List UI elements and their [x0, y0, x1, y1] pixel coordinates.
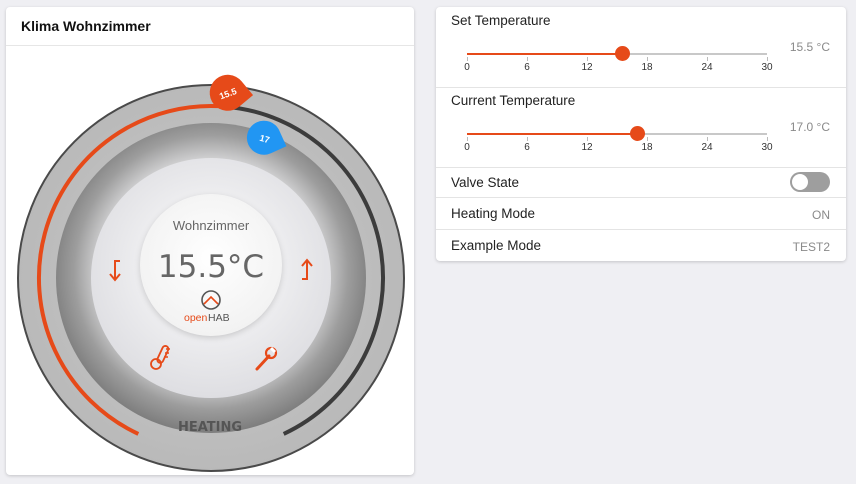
heating-mode-value: ON — [812, 208, 830, 222]
logo-text-hab: HAB — [208, 312, 230, 324]
slider-tick-label: 0 — [464, 62, 470, 73]
slider-tick-label: 30 — [761, 62, 773, 73]
slider-tick-label: 24 — [701, 142, 713, 153]
slider-tick — [527, 57, 528, 61]
slider-fill — [467, 53, 622, 55]
slider-tick-label: 12 — [581, 62, 593, 73]
logo-text-open: open — [184, 312, 208, 324]
heating-mode-label: Heating Mode — [451, 206, 536, 221]
row-set-temperature: Set Temperature 15.5 °C 0 6 12 18 24 30 — [436, 7, 846, 88]
slider-tick-label: 6 — [524, 62, 530, 73]
slider-tick-label: 24 — [701, 62, 713, 73]
slider-tick — [707, 137, 708, 141]
slider-tick — [587, 137, 588, 141]
slider-tick-label: 18 — [641, 142, 653, 153]
valve-state-label: Valve State — [451, 175, 520, 190]
slider-tick — [587, 57, 588, 61]
slider-knob[interactable] — [615, 46, 630, 61]
temperature-readout: 15.5°C — [158, 249, 264, 285]
slider-tick-label: 12 — [581, 142, 593, 153]
set-temperature-value: 15.5 °C — [789, 40, 830, 54]
slider-tick — [767, 137, 768, 141]
controls-card: Set Temperature 15.5 °C 0 6 12 18 24 30 Curre… — [436, 7, 846, 261]
example-mode-value: TEST2 — [792, 240, 830, 254]
set-temperature-label: Set Temperature — [451, 13, 551, 28]
set-temperature-slider[interactable]: 0 6 12 18 24 30 — [464, 46, 773, 73]
slider-tick — [647, 57, 648, 61]
toggle-knob — [792, 174, 808, 190]
current-temperature-label: Current Temperature — [451, 93, 576, 108]
row-current-temperature: Current Temperature 17.0 °C 0 6 12 18 24 30 — [436, 87, 846, 168]
valve-state-toggle[interactable] — [790, 172, 830, 192]
slider-tick — [647, 137, 648, 141]
row-example-mode: Example Mode TEST2 — [436, 230, 846, 261]
slider-tick — [527, 137, 528, 141]
current-temperature-slider[interactable]: 0 6 12 18 24 30 — [464, 126, 773, 153]
slider-tick — [467, 57, 468, 61]
slider-tick — [707, 57, 708, 61]
slider-tick — [767, 57, 768, 61]
thermostat-dial[interactable]: Wohnzimmer 15.5°C open HAB HEATING 17 15… — [6, 7, 414, 475]
slider-tick-label: 18 — [641, 62, 653, 73]
example-mode-label: Example Mode — [451, 238, 542, 253]
slider-tick-label: 0 — [464, 142, 470, 153]
row-heating-mode: Heating Mode ON — [436, 198, 846, 230]
thermostat-card: Klima Wohnzimmer Wohnzimmer 15.5°C open … — [6, 7, 414, 475]
slider-tick-label: 6 — [524, 142, 530, 153]
slider-fill — [467, 133, 637, 135]
slider-knob[interactable] — [630, 126, 645, 141]
slider-tick — [467, 137, 468, 141]
row-valve-state: Valve State — [436, 167, 846, 198]
current-temperature-value: 17.0 °C — [789, 120, 830, 134]
mode-label: HEATING — [178, 420, 242, 435]
slider-tick-label: 30 — [761, 142, 773, 153]
room-name: Wohnzimmer — [173, 218, 250, 233]
